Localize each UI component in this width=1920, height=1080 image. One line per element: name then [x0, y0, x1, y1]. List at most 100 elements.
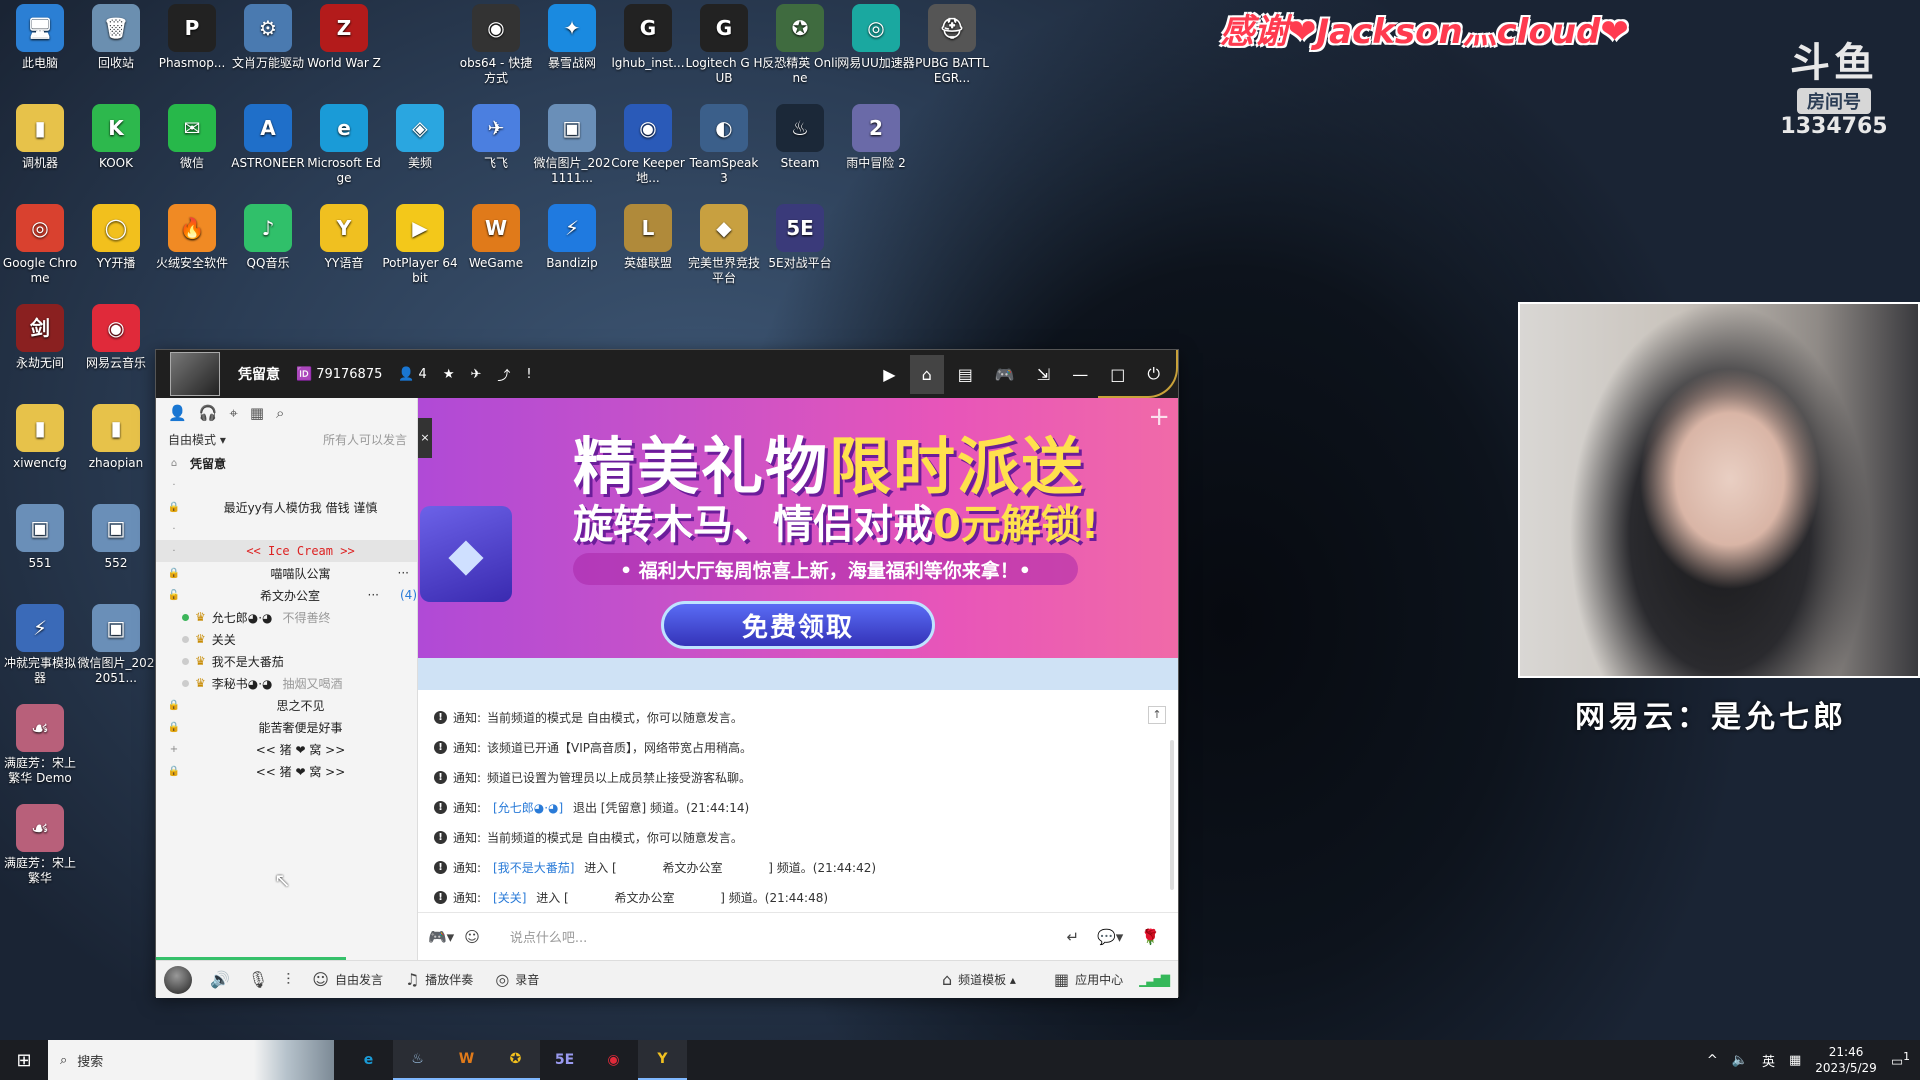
location-icon[interactable]: ⌖	[229, 404, 237, 422]
desktop-icon[interactable]: ✉ 微信	[152, 104, 232, 171]
bubble-icon[interactable]: 💬▾	[1097, 928, 1123, 946]
desktop-icon[interactable]: ◉ 网易云音乐	[76, 304, 156, 371]
desktop-icon[interactable]: 🗑 回收站	[76, 4, 156, 71]
promo-banner[interactable]: × ◆ 精美礼物限时派送 旋转木马、情侣对戒0元解锁! • 福利大厅每周惊喜上新…	[418, 398, 1178, 658]
desktop-icon[interactable]: ☙ 满庭芳：宋上繁华	[0, 804, 80, 886]
volume-icon[interactable]: 🔈	[1732, 1053, 1748, 1068]
app-center-button[interactable]: ▦ 应用中心	[1054, 970, 1123, 989]
desktop-icon[interactable]: L 英雄联盟	[608, 204, 688, 271]
more-icon[interactable]: ···	[398, 566, 409, 580]
minimize-to-tray-icon[interactable]: ⇲	[1037, 365, 1050, 384]
close-icon[interactable]: ×	[418, 418, 432, 458]
desktop-icon[interactable]: ⚙ 文肖万能驱动	[228, 4, 308, 71]
enter-icon[interactable]: ↵	[1067, 928, 1080, 946]
desktop-icon[interactable]: ⛑ PUBG BATTLEGR...	[912, 4, 992, 86]
subchannel-row[interactable]: + << 猪 ❤ 窝 >>	[156, 738, 417, 760]
subchannel-row[interactable]: · << Ice Cream >>	[156, 540, 417, 562]
favorite-icon[interactable]: ★	[443, 367, 455, 382]
desktop-icon[interactable]: ▮ zhaopian	[76, 404, 156, 471]
desktop-icon[interactable]: ✦ 暴雪战网	[532, 4, 612, 71]
desktop-icon[interactable]: ◎ Google Chrome	[0, 204, 80, 286]
desktop-icon[interactable]: 🖥 此电脑	[0, 4, 80, 71]
desktop-icon[interactable]: W WeGame	[456, 204, 536, 271]
subchannel-row[interactable]: 🔒 最近yy有人模仿我 借钱 谨慎	[156, 496, 417, 518]
desktop-icon[interactable]: A ASTRONEER	[228, 104, 308, 171]
user-row[interactable]: ♛ 我不是大番茄	[156, 650, 417, 672]
desktop-icon[interactable]: ☙ 满庭芳：宋上繁华 Demo	[0, 704, 80, 786]
mode-selector[interactable]: 自由模式 ▾	[168, 431, 226, 448]
desktop-icon[interactable]: ✈ 飞飞	[456, 104, 536, 171]
desktop-icon[interactable]: Y YY语音	[304, 204, 384, 271]
user-link[interactable]: [关关]	[493, 889, 526, 906]
desktop-icon[interactable]: 5E 5E对战平台	[760, 204, 840, 271]
gamepad-icon[interactable]: 🎮	[995, 365, 1015, 384]
chat-input[interactable]: 说点什么吧...	[510, 927, 1057, 946]
user-link[interactable]: [允七郎◕·◕]	[493, 799, 563, 816]
desktop-icon[interactable]: ◉ Core Keeper 地...	[608, 104, 688, 186]
chevron-up-icon[interactable]: ^	[1707, 1053, 1718, 1068]
desktop-icon[interactable]: ◈ 美频	[380, 104, 460, 171]
desktop-icon[interactable]: ♨ Steam	[760, 104, 840, 171]
video-icon[interactable]: ▶	[883, 365, 895, 384]
subchannel-row[interactable]: 🔓 希文办公室 (4) ···	[156, 584, 417, 606]
desktop-icon[interactable]: G Logitech G HUB	[684, 4, 764, 86]
desktop-icon[interactable]: ◆ 完美世界竞技平台	[684, 204, 764, 286]
claim-button[interactable]: 免费领取	[661, 601, 935, 649]
desktop-icon[interactable]: ▣ 微信图片_2022051...	[76, 604, 156, 686]
yy-titlebar[interactable]: 凭留意 🆔 79176875 👤 4 ★ ✈ ⤴ ! ▶ ⌂ ▤ 🎮 ⇲ — □…	[156, 350, 1178, 398]
desktop-icon[interactable]: ▮ 调机器	[0, 104, 80, 171]
gift-icon[interactable]: 🌹	[1141, 928, 1160, 946]
desktop-icon[interactable]: ◯ YY开播	[76, 204, 156, 271]
taskbar-app-icon[interactable]: ✪	[491, 1040, 540, 1080]
desktop-icon[interactable]: 2 雨中冒险 2	[836, 104, 916, 171]
subchannel-row[interactable]: 🔒 << 猪 ❤ 窝 >>	[156, 760, 417, 782]
gamepad-icon[interactable]: 🎮▾	[428, 928, 454, 946]
maximize-icon[interactable]: □	[1110, 365, 1125, 384]
subchannel-row[interactable]: 🔒 喵喵队公寓 ···	[156, 562, 417, 584]
user-icon[interactable]: 👤	[168, 404, 187, 422]
desktop-icon[interactable]: ♪ QQ音乐	[228, 204, 308, 271]
desktop-icon[interactable]: ⚡ 冲就完事模拟器	[0, 604, 80, 686]
headset-icon[interactable]: 🎧	[199, 404, 218, 422]
channel-avatar[interactable]	[170, 352, 220, 396]
minimize-icon[interactable]: —	[1072, 365, 1088, 384]
subchannel-row[interactable]: ·	[156, 518, 417, 540]
desktop-icon[interactable]: ✪ 反恐精英 Online	[760, 4, 840, 86]
ime-grid-icon[interactable]: ▦	[1789, 1053, 1801, 1068]
subchannel-row[interactable]: ·	[156, 474, 417, 496]
taskbar-app-icon[interactable]: W	[442, 1040, 491, 1080]
speaker-icon[interactable]: 🔊	[210, 970, 230, 989]
taskbar-search[interactable]: ⌕ 搜索	[48, 1040, 334, 1080]
user-link[interactable]: [我不是大番茄]	[493, 859, 574, 876]
emoji-search-icon[interactable]: ☺	[464, 928, 480, 946]
scroll-top-icon[interactable]: ↑	[1148, 706, 1166, 724]
taskbar-app-icon[interactable]: 5E	[540, 1040, 589, 1080]
user-row[interactable]: ♛ 关关	[156, 628, 417, 650]
taskbar-app-icon[interactable]: e	[344, 1040, 393, 1080]
channel-template-button[interactable]: ⌂ 频道模板 ▴	[942, 970, 1016, 989]
notification-icon[interactable]: ▭1	[1891, 1050, 1910, 1069]
input-language[interactable]: 英	[1762, 1051, 1775, 1070]
taskbar-app-icon[interactable]: ♨	[393, 1040, 442, 1080]
free-speak-button[interactable]: ☺ 自由发言	[312, 970, 383, 989]
power-icon[interactable]: ⏻	[1147, 364, 1160, 384]
desktop-icon[interactable]: K KOOK	[76, 104, 156, 171]
report-icon[interactable]: !	[526, 367, 531, 382]
microphone-icon[interactable]: 🎙	[248, 970, 268, 989]
record-button[interactable]: ◎ 录音	[495, 970, 539, 989]
search-icon[interactable]: ⌕	[276, 404, 284, 422]
desktop-icon[interactable]: ◉ obs64 - 快捷方式	[456, 4, 536, 86]
desktop-icon[interactable]: ▣ 551	[0, 504, 80, 571]
desktop-icon[interactable]: e Microsoft Edge	[304, 104, 384, 186]
desktop-icon[interactable]: 🔥 火绒安全软件	[152, 204, 232, 271]
play-music-button[interactable]: ♫ 播放伴奏	[405, 970, 473, 989]
subchannel-row[interactable]: 🔒 思之不见	[156, 694, 417, 716]
desktop-icon[interactable]: ⚡ Bandizip	[532, 204, 612, 271]
user-row[interactable]: ♛ 允七郎◕·◕ 不得善终	[156, 606, 417, 628]
add-icon[interactable]: +	[1148, 402, 1170, 432]
chat-scrollbar[interactable]	[1170, 740, 1174, 890]
channel-root[interactable]: ⌂ 凭留意	[156, 452, 417, 474]
home-icon[interactable]: ⌂	[909, 354, 944, 394]
desktop-icon[interactable]: 剑永劫无间	[0, 304, 80, 371]
mixer-icon[interactable]: ⫶	[286, 970, 290, 990]
